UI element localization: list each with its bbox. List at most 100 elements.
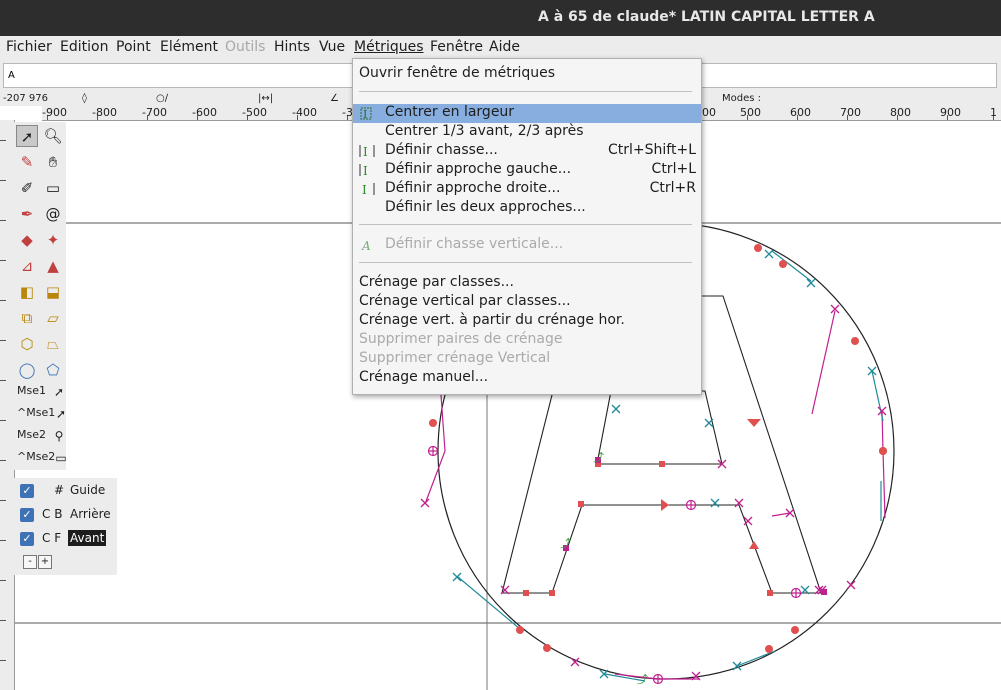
scale-tool-icon[interactable]: ◧ — [16, 281, 38, 303]
svg-text:I: I — [363, 145, 368, 159]
ellipse-tool-icon[interactable]: ◯ — [16, 359, 38, 381]
add-layer-button[interactable]: + — [38, 555, 52, 569]
svg-text:⤴: ⤴ — [637, 672, 648, 686]
menu-hints[interactable]: Hints — [274, 39, 310, 55]
ruler-label: -600 — [192, 106, 217, 119]
layer-fore[interactable]: ✓ C F Avant — [14, 527, 117, 551]
menu-outils: Outils — [225, 39, 266, 55]
menu-element[interactable]: Elément — [160, 39, 218, 55]
flip-tool-icon[interactable]: ⧉ — [16, 307, 38, 329]
set-lbearing-icon: I — [359, 164, 368, 178]
coords-readout: -207 976 — [3, 93, 48, 104]
tangent-point-tool-icon[interactable]: ▲ — [42, 255, 64, 277]
menu-item-label: Définir chasse verticale... — [385, 236, 564, 252]
ruler-label: 600 — [790, 106, 811, 119]
ruler-label: 500 — [740, 106, 761, 119]
menu-item-center-third[interactable]: Centrer 1/3 avant, 2/3 après — [353, 123, 701, 142]
layer-name: Arrière — [70, 507, 111, 521]
set-vwidth-icon: A — [361, 239, 371, 253]
svg-text:A: A — [361, 239, 371, 253]
ctrl-mouse1-pointer-icon: ➚ — [55, 407, 67, 421]
rotate-tool-icon[interactable]: ⬓ — [42, 281, 64, 303]
menu-item-label: Crénage manuel... — [359, 369, 489, 385]
circled-points — [427, 445, 802, 685]
menu-item-label: Définir approche droite... — [385, 180, 561, 196]
pencil-tool-icon[interactable]: ✎ — [16, 151, 38, 173]
menu-item-label: Centrer en largeur — [385, 104, 515, 120]
layer-guide[interactable]: ✓ # Guide — [14, 479, 117, 503]
skew-tool-icon[interactable]: ▱ — [42, 307, 64, 329]
menu-item-label: Crénage vert. à partir du crénage hor. — [359, 312, 625, 328]
menu-item-remove-vkern: Supprimer crénage Vertical — [353, 350, 701, 369]
layer-tag: C B — [42, 507, 63, 521]
ruler-label: 800 — [890, 106, 911, 119]
set-rbearing-icon: I — [362, 183, 375, 197]
layer-visible-checkbox[interactable]: ✓ — [20, 532, 34, 546]
tool-palette: ➚ 🔍︎ ✎ ✋︎ ✐ ▭ ✒ @ ◆ ✦ ⊿ ▲ ◧ ⬓ ⧉ ▱ ⬡ ⏢ ◯ … — [14, 122, 67, 470]
menu-item-label: Crénage vertical par classes... — [359, 293, 571, 309]
angle-icon: ○∕ — [156, 93, 169, 104]
menu-item-vkern-by-classes[interactable]: Crénage vertical par classes... — [353, 293, 701, 312]
layer-visible-checkbox[interactable]: ✓ — [20, 508, 34, 522]
menu-vue[interactable]: Vue — [319, 39, 345, 55]
polygon-tool-icon[interactable]: ⬠ — [42, 359, 64, 381]
layer-back[interactable]: ✓ C B Arrière — [14, 503, 117, 527]
menu-fichier[interactable]: Fichier — [6, 39, 52, 55]
knife-tool-icon[interactable]: ✐ — [16, 177, 38, 199]
svg-text:I: I — [362, 183, 367, 197]
corner-point-tool-icon[interactable]: ⊿ — [16, 255, 38, 277]
menu-item-remove-kern-pairs: Supprimer paires de crénage — [353, 331, 701, 350]
hvcurve-point-tool-icon[interactable]: ✦ — [42, 229, 64, 251]
mouse1-pointer-icon: ➚ — [53, 385, 65, 399]
metrics-menu: Ouvrir fenêtre de métriques I Centrer en… — [352, 58, 702, 395]
menu-aide[interactable]: Aide — [489, 39, 520, 55]
menu-item-set-both-bearings[interactable]: Définir les deux approches... — [353, 199, 701, 218]
ruler-label: 900 — [940, 106, 961, 119]
ruler-label: -900 — [42, 106, 67, 119]
menu-item-center-width[interactable]: I Centrer en largeur — [353, 104, 701, 123]
curve-point-tool-icon[interactable]: ◆ — [16, 229, 38, 251]
ruler-label: -500 — [242, 106, 267, 119]
menu-fenetre[interactable]: Fenêtre — [430, 39, 483, 55]
remove-layer-button[interactable]: - — [23, 555, 37, 569]
layer-name: Avant — [68, 530, 107, 546]
pen-tool-icon[interactable]: ✒ — [16, 203, 38, 225]
mouse2-magnify-icon: ⚲ — [54, 429, 64, 443]
spiro-tool-icon[interactable]: @ — [42, 203, 64, 225]
hand-tool-icon[interactable]: ✋︎ — [42, 151, 64, 173]
layer-visible-checkbox[interactable]: ✓ — [20, 484, 34, 498]
ruler-label: 700 — [840, 106, 861, 119]
pointer-tool-icon[interactable]: ➚ — [16, 125, 38, 147]
menu-separator — [359, 262, 692, 263]
menu-item-label: Supprimer paires de crénage — [359, 331, 563, 347]
ctrl-mouse2-ruler-icon: ▭ — [55, 451, 67, 465]
menu-item-kern-by-classes[interactable]: Crénage par classes... — [353, 274, 701, 293]
menu-item-open-metrics-window[interactable]: Ouvrir fenêtre de métriques — [353, 65, 701, 84]
menu-item-set-rbearing[interactable]: I Définir approche droite... Ctrl+R — [353, 180, 701, 199]
ctrl-mouse1-label: ^Mse1 — [17, 406, 56, 419]
menu-separator — [359, 91, 692, 92]
slope-icon: ∠ — [330, 93, 339, 104]
menu-item-set-width[interactable]: I Définir chasse... Ctrl+Shift+L — [353, 142, 701, 161]
menu-item-set-lbearing[interactable]: I Définir approche gauche... Ctrl+L — [353, 161, 701, 180]
menu-item-manual-kerning[interactable]: Crénage manuel... — [353, 369, 701, 388]
ruler-label: 00 — [702, 106, 716, 119]
ruler-label: -400 — [292, 106, 317, 119]
mouse2-label: Mse2 — [17, 428, 46, 441]
menu-edition[interactable]: Edition — [60, 39, 108, 55]
svg-text:I: I — [363, 164, 368, 178]
letter-a-counter-contour — [596, 390, 723, 465]
perspective-tool-icon[interactable]: ⏢ — [42, 333, 64, 355]
menu-item-vkern-from-hkern[interactable]: Crénage vert. à partir du crénage hor. — [353, 312, 701, 331]
menu-item-label: Définir approche gauche... — [385, 161, 572, 177]
set-width-icon: I — [359, 145, 375, 159]
ruler-label: 1 — [990, 106, 997, 119]
direction-arrows — [661, 419, 887, 549]
menu-item-label: Ouvrir fenêtre de métriques — [359, 65, 556, 81]
ruler-tool-icon[interactable]: ▭ — [42, 177, 64, 199]
magnify-tool-icon[interactable]: 🔍︎ — [42, 125, 64, 147]
menu-metriques[interactable]: Métriques — [354, 39, 424, 55]
3d-rotate-tool-icon[interactable]: ⬡ — [16, 333, 38, 355]
menu-point[interactable]: Point — [116, 39, 151, 55]
menu-item-label: Supprimer crénage Vertical — [359, 350, 551, 366]
